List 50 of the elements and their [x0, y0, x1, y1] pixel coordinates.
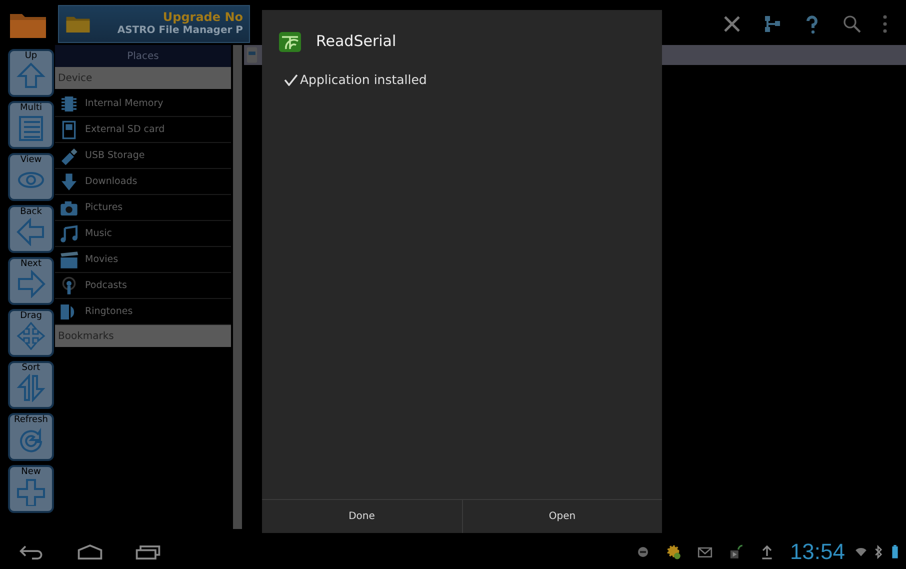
- clock: 13:54: [790, 539, 845, 565]
- right-arrow-icon: [16, 270, 46, 298]
- section-header[interactable]: Device: [55, 67, 231, 89]
- list-icon: [16, 114, 46, 142]
- toolbox-button[interactable]: Sort: [8, 361, 54, 409]
- dialog-title: ReadSerial: [316, 32, 396, 50]
- toolbox-button[interactable]: Drag: [8, 309, 54, 357]
- search-icon[interactable]: [842, 14, 862, 34]
- place-item[interactable]: Downloads: [85, 176, 138, 187]
- gear-icon[interactable]: [666, 544, 682, 560]
- upgrade-banner[interactable]: Upgrade No ASTRO File Manager P: [58, 5, 250, 43]
- toolbox-button[interactable]: View: [8, 153, 54, 201]
- sort-icon: [16, 374, 46, 402]
- usb-stick-icon: [59, 146, 79, 166]
- play-store-icon[interactable]: [728, 544, 744, 560]
- toolbox-button[interactable]: Refresh: [8, 413, 54, 461]
- tree-icon[interactable]: [762, 14, 782, 34]
- clapperboard-icon: [59, 250, 79, 270]
- place-item[interactable]: Internal Memory: [85, 98, 164, 109]
- section-header[interactable]: Bookmarks: [55, 325, 231, 347]
- chip-icon: [59, 94, 79, 114]
- wifi-icon: [855, 545, 867, 559]
- place-item[interactable]: USB Storage: [85, 150, 145, 161]
- move-icon: [16, 322, 46, 350]
- place-item[interactable]: Pictures: [85, 202, 123, 213]
- banner-headline: Upgrade No: [162, 10, 243, 24]
- toolbox-button[interactable]: Multi: [8, 101, 54, 149]
- place-item[interactable]: Music: [85, 228, 112, 239]
- scrollbar[interactable]: [233, 45, 242, 529]
- check-icon: [284, 74, 298, 86]
- panel-title: Places: [55, 45, 231, 67]
- plus-icon: [16, 478, 46, 506]
- toolbox-button[interactable]: New: [8, 465, 54, 513]
- place-item[interactable]: Ringtones: [85, 306, 133, 317]
- toolbox-button[interactable]: Back: [8, 205, 54, 253]
- banner-subtitle: ASTRO File Manager P: [117, 24, 243, 38]
- status-message: Application installed: [300, 72, 427, 87]
- left-arrow-icon: [16, 218, 46, 246]
- place-item[interactable]: Podcasts: [85, 280, 127, 291]
- place-item[interactable]: Movies: [85, 254, 118, 265]
- overflow-menu-icon[interactable]: [882, 14, 888, 34]
- app-icon: [278, 29, 302, 53]
- up-arrow-icon: [16, 62, 46, 90]
- home-icon[interactable]: [76, 542, 104, 562]
- battery-icon: [889, 545, 901, 559]
- place-item[interactable]: External SD card: [85, 124, 165, 135]
- download-icon: [59, 172, 79, 192]
- toolbox-button[interactable]: Next: [8, 257, 54, 305]
- music-note-icon: [59, 224, 79, 244]
- toolbox-button[interactable]: Up: [8, 49, 54, 97]
